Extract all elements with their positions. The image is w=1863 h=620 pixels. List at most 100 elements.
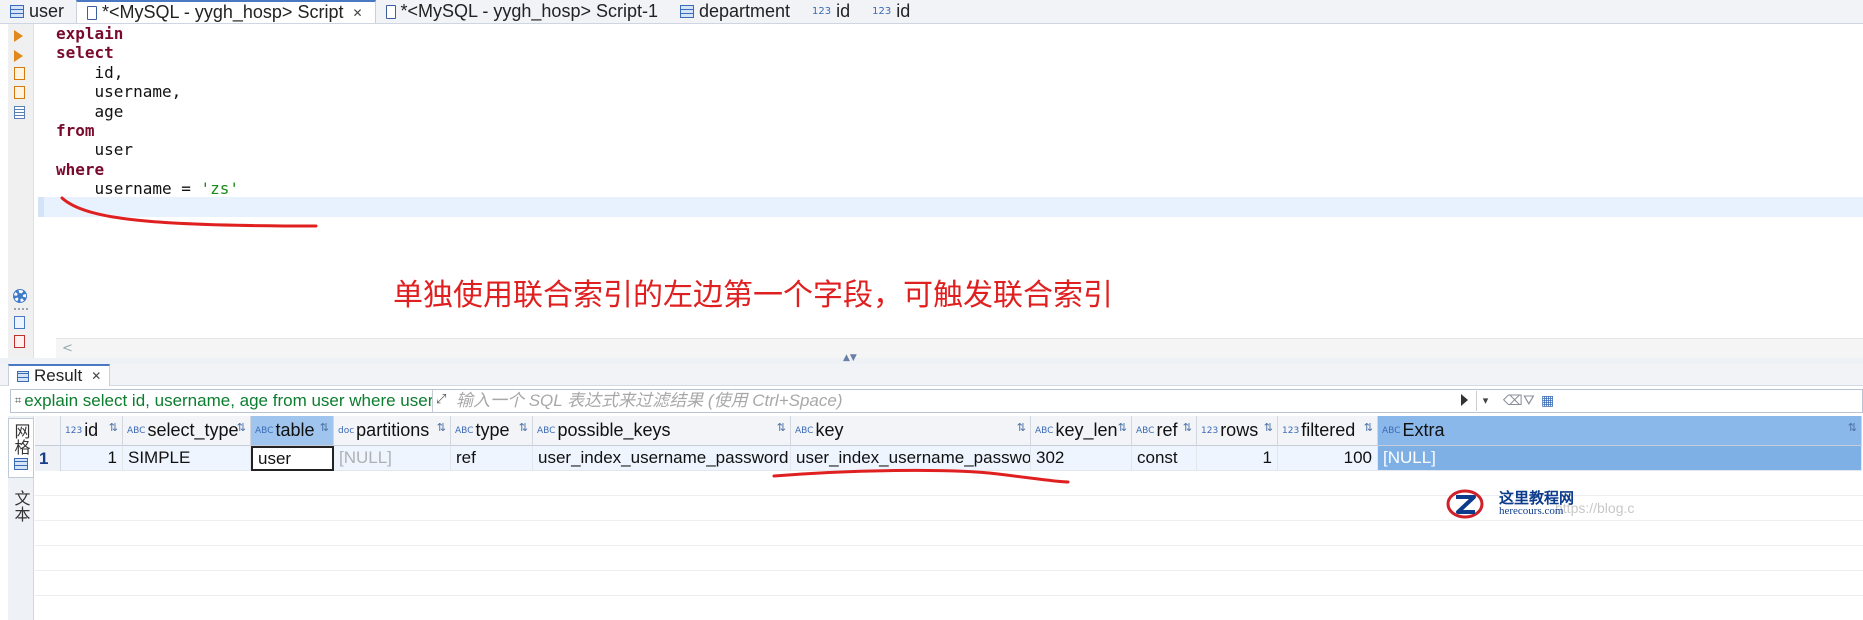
column-sort-filter-icon[interactable]: ⇅ [437,421,446,434]
clear-icon[interactable] [14,335,25,348]
history-icon[interactable] [14,106,25,119]
tab-label: *<MySQL - yygh_hosp> Script-1 [400,1,658,21]
editor-horizontal-scrollbar[interactable]: < [56,338,1863,358]
column-header-possible-keys[interactable]: ABC possible_keys ⇅ [533,416,791,446]
clear-filter-icon[interactable]: ⌫ [1503,393,1523,409]
code-line[interactable]: id, [56,63,239,82]
tab-user[interactable]: user [0,0,76,23]
code-line[interactable]: user [56,140,239,159]
filter-history-dropdown[interactable]: ▾ [1476,391,1494,411]
row-number-header[interactable] [35,416,61,446]
cell-ref[interactable]: const [1132,446,1197,471]
column-header-label: select_type [147,420,239,440]
cell-type[interactable]: ref [451,446,533,471]
column-sort-filter-icon[interactable]: ⇅ [1364,421,1373,434]
column-header-select-type[interactable]: ABC select_type ⇅ [123,416,251,446]
tab-script-active[interactable]: *<MySQL - yygh_hosp> Script ✕ [76,0,376,23]
format-sql-icon[interactable] [14,86,25,99]
execute-script-icon[interactable] [14,50,23,62]
column-sort-filter-icon[interactable]: ⇅ [1848,421,1857,434]
settings-gear-icon[interactable] [14,290,26,302]
column-sort-filter-icon[interactable]: ⇅ [777,421,786,434]
code-line[interactable]: from [56,121,239,140]
filter-expression-input[interactable] [454,390,1454,412]
tab-id-2[interactable]: 123 id [862,0,922,23]
sql-keyword: select [56,43,114,63]
column-header-type[interactable]: ABC type ⇅ [451,416,533,446]
code-line[interactable]: explain [56,24,239,43]
code-line[interactable]: select [56,43,239,62]
code-line[interactable]: username = 'zs' [56,179,240,198]
expand-icon[interactable]: ⤢ [436,392,446,407]
column-header-rows[interactable]: 123 rows ⇅ [1197,416,1278,446]
script-icon [87,5,98,20]
column-sort-filter-icon[interactable]: ⇅ [1183,421,1192,434]
view-tab-text[interactable]: 文本 [8,486,34,546]
column-sort-filter-icon[interactable]: ⇅ [109,421,118,434]
panel-menu-icon[interactable]: ▦ [1541,393,1554,409]
query-icon: ⌗ [15,394,22,407]
column-header-id[interactable]: 123 id ⇅ [61,416,123,446]
column-header-ref[interactable]: ABC ref ⇅ [1132,416,1197,446]
cell-possible-keys[interactable]: user_index_username_password [533,446,791,471]
code-line[interactable]: username, [56,82,239,101]
column-type-icon: ABC [537,425,556,436]
column-sort-filter-icon[interactable]: ⇅ [519,421,528,434]
column-sort-filter-icon[interactable]: ⇅ [1264,421,1273,434]
cell-table[interactable]: user [251,446,334,471]
column-header-label: ref [1156,420,1178,440]
tab-result[interactable]: Result ✕ [8,364,111,386]
column-header-partitions[interactable]: doc partitions ⇅ [334,416,451,446]
column-header-label: possible_keys [557,420,671,440]
empty-row [35,546,1863,571]
close-icon[interactable]: ✕ [352,6,362,20]
explain-plan-icon[interactable] [14,67,25,80]
table-icon [10,5,24,18]
close-icon[interactable]: ✕ [91,369,101,383]
query-text-display[interactable]: ⌗ explain select id, username, age from … [11,390,433,412]
sql-code[interactable]: explain select id, username, age from user… [56,24,239,199]
column-sort-filter-icon[interactable]: ⇅ [1118,421,1127,434]
cell-key[interactable]: user_index_username_password [791,446,1031,471]
cell-key-len[interactable]: 302 [1031,446,1132,471]
cell-filtered[interactable]: 100 [1278,446,1378,471]
site-logo-icon [1446,489,1484,519]
empty-row [35,521,1863,546]
column-header-extra[interactable]: ABC Extra ⇅ [1378,416,1862,446]
cell-rows[interactable]: 1 [1197,446,1278,471]
splitter-grip-icon[interactable]: ▲▼ [843,354,857,363]
tab-label: user [29,1,65,21]
table-icon [679,5,694,18]
apply-filter-icon[interactable] [1461,394,1468,406]
scroll-left-icon[interactable]: < [62,341,73,356]
column-sort-filter-icon[interactable]: ⇅ [237,421,246,434]
column-header-key[interactable]: ABC key ⇅ [791,416,1031,446]
column-header-filtered[interactable]: 123 filtered ⇅ [1278,416,1378,446]
tab-script-1[interactable]: *<MySQL - yygh_hosp> Script-1 [376,0,670,23]
sql-editor[interactable]: explain select id, username, age from user… [0,24,1863,360]
cell-partitions[interactable]: [NULL] [334,446,451,471]
column-sort-filter-icon[interactable]: ⇅ [1017,421,1026,434]
execute-statement-icon[interactable] [14,30,23,42]
column-sort-filter-icon[interactable]: ⇅ [320,421,329,434]
row-number[interactable]: 1 [35,446,61,471]
code-line[interactable]: where [56,160,239,179]
cell-select-type[interactable]: SIMPLE [123,446,251,471]
column-type-icon: ABC [255,425,274,436]
cell-id[interactable]: 1 [61,446,123,471]
column-type-icon: ABC [1382,425,1401,436]
column-header-key-len[interactable]: ABC key_len ⇅ [1031,416,1132,446]
sql-keyword: from [56,120,95,140]
export-icon[interactable] [14,316,25,329]
tab-id-1[interactable]: 123 id [802,0,862,23]
cell-extra[interactable]: [NULL] [1378,446,1862,471]
column-header-table[interactable]: ABC table ⇅ [251,416,334,446]
script-icon [385,4,396,19]
current-line-marker [38,197,44,217]
code-line[interactable]: age [56,102,239,121]
column-header-label: id [84,420,99,440]
column-type-icon: 123 [1282,425,1300,436]
filter-settings-icon[interactable]: ⛛ [1523,393,1535,409]
tab-department[interactable]: department [670,0,802,23]
view-tab-grid[interactable]: 网格 [8,418,34,478]
